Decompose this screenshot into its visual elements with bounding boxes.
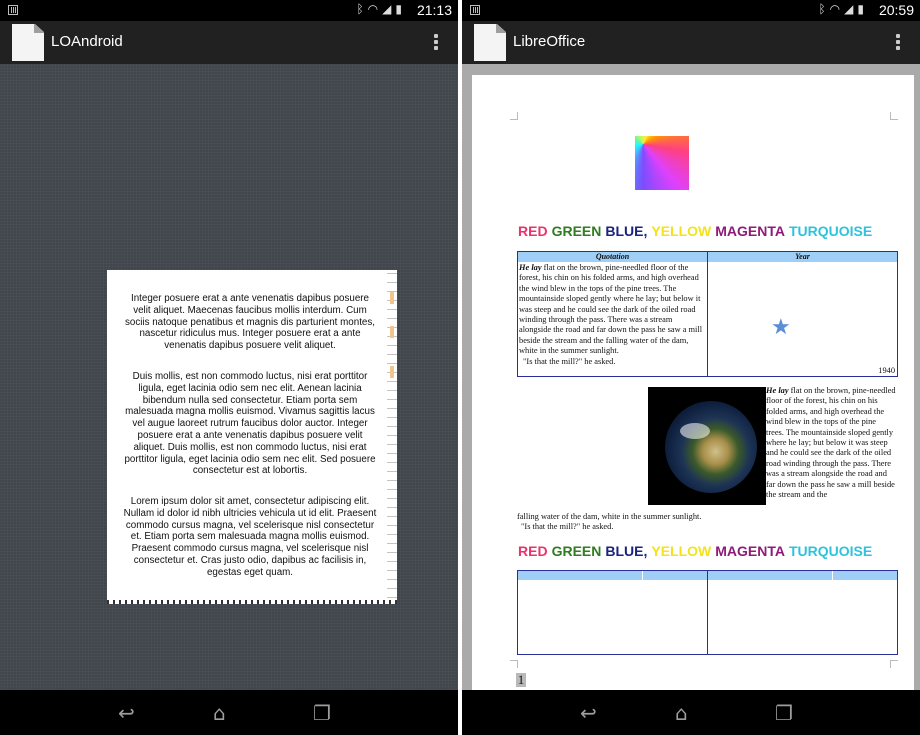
status-time: 21:13: [416, 2, 452, 18]
quotation-cell: He lay flat on the brown, pine-needled f…: [519, 263, 706, 367]
quote-lead: He lay: [519, 263, 542, 272]
document-icon[interactable]: [474, 24, 506, 61]
notification-icon: [8, 5, 18, 15]
gradient-image[interactable]: [635, 136, 689, 190]
status-icons: ᛒ◠◢▮: [356, 2, 406, 16]
left-device-screen: ᛒ◠◢▮ 21:13 LOAndroid Integer posuere era…: [0, 0, 458, 735]
earth-image[interactable]: [648, 387, 766, 505]
wifi-icon: ◠: [367, 2, 383, 16]
paragraph-tail: falling water of the dam, white in the s…: [517, 512, 897, 533]
notification-icon: [470, 5, 480, 15]
document-canvas[interactable]: RED GREEN BLUE, YELLOW MAGENTA TURQUOISE Quot…: [462, 64, 920, 690]
table-header-divider: [832, 571, 833, 580]
table-header-cell: Year: [795, 252, 810, 261]
document-page[interactable]: Integer posuere erat a ante venenatis da…: [107, 270, 397, 604]
margin-corner-mark: [510, 112, 518, 120]
overflow-menu-icon[interactable]: [896, 34, 900, 38]
status-time: 20:59: [878, 2, 914, 18]
color-word: YELLOW: [651, 543, 712, 559]
action-bar: LOAndroid: [0, 21, 458, 64]
cloud-overlay: [680, 423, 710, 439]
quote-end: "Is that the mill?" he asked.: [523, 356, 616, 366]
back-icon[interactable]: ↩: [580, 703, 597, 723]
render-artifact-strip: [387, 270, 397, 604]
tail-quote: "Is that the mill?" he asked.: [521, 522, 614, 532]
quote-body: flat on the brown, pine-needled floor of…: [519, 263, 703, 356]
color-word: MAGENTA: [715, 543, 785, 559]
quotation-table[interactable]: Quotation Year He lay flat on the brown,…: [517, 251, 898, 377]
color-word: YELLOW: [651, 223, 712, 239]
status-bar: ᛒ◠◢▮ 20:59: [462, 0, 920, 21]
color-words-line: RED GREEN BLUE, YELLOW MAGENTA TURQUOISE: [518, 543, 876, 559]
back-icon[interactable]: ↩: [118, 703, 135, 723]
empty-table[interactable]: [517, 570, 898, 655]
navigation-bar: ↩ ⌂ ❐: [0, 690, 458, 735]
document-page[interactable]: RED GREEN BLUE, YELLOW MAGENTA TURQUOISE Quot…: [472, 75, 914, 690]
wrap-body: flat on the brown, pine-needled floor of…: [766, 386, 896, 500]
color-word: GREEN: [551, 223, 602, 239]
year-cell: 1940: [878, 366, 895, 375]
home-icon[interactable]: ⌂: [675, 703, 688, 723]
battery-icon: ▮: [857, 2, 868, 16]
document-canvas[interactable]: Integer posuere erat a ante venenatis da…: [0, 64, 458, 690]
wifi-icon: ◠: [829, 2, 845, 16]
color-words-line: RED GREEN BLUE, YELLOW MAGENTA TURQUOISE: [518, 223, 876, 239]
recent-apps-icon[interactable]: ❐: [313, 703, 331, 723]
color-word: RED: [518, 543, 548, 559]
color-word: RED: [518, 223, 548, 239]
navigation-bar: ↩ ⌂ ❐: [462, 690, 920, 735]
bluetooth-icon: ᛒ: [356, 2, 368, 16]
color-word: TURQUOISE: [788, 223, 873, 239]
recent-apps-icon[interactable]: ❐: [775, 703, 793, 723]
page-paragraph: Duis mollis, est non commodo luctus, nis…: [124, 371, 376, 477]
color-word: BLUE,: [605, 223, 648, 239]
home-icon[interactable]: ⌂: [213, 703, 226, 723]
table-header-divider: [642, 571, 643, 580]
document-icon[interactable]: [12, 24, 44, 61]
color-word: MAGENTA: [715, 223, 785, 239]
battery-icon: ▮: [395, 2, 406, 16]
render-artifact-strip: [107, 600, 397, 604]
status-bar: ᛒ◠◢▮ 21:13: [0, 0, 458, 21]
status-icons: ᛒ◠◢▮: [818, 2, 868, 16]
wrap-lead: He lay: [766, 386, 789, 395]
signal-icon: ◢: [382, 2, 396, 16]
color-word: BLUE,: [605, 543, 648, 559]
right-device-screen: ᛒ◠◢▮ 20:59 LibreOffice RED GREEN BLUE, YELL…: [462, 0, 920, 735]
signal-icon: ◢: [844, 2, 858, 16]
overflow-menu-icon[interactable]: [434, 34, 438, 38]
globe-icon: [665, 401, 757, 493]
margin-corner-mark: [890, 112, 898, 120]
page-number: 1: [516, 672, 526, 687]
margin-corner-mark: [510, 660, 518, 668]
page-paragraph: Lorem ipsum dolor sit amet, consectetur …: [123, 496, 377, 578]
table-header-cell: Quotation: [595, 252, 630, 261]
star-icon: ★: [771, 315, 791, 340]
wrapped-paragraph: He lay flat on the brown, pine-needled f…: [766, 386, 896, 500]
margin-corner-mark: [890, 660, 898, 668]
color-word: GREEN: [551, 543, 602, 559]
bluetooth-icon: ᛒ: [818, 2, 830, 16]
app-title: LOAndroid: [51, 33, 123, 50]
action-bar: LibreOffice: [462, 21, 920, 64]
color-word: TURQUOISE: [788, 543, 873, 559]
app-title: LibreOffice: [513, 33, 586, 50]
page-paragraph: Integer posuere erat a ante venenatis da…: [125, 293, 375, 352]
table-column-divider: [707, 571, 708, 654]
tail-line: falling water of the dam, white in the s…: [517, 512, 702, 521]
table-column-divider: [707, 252, 708, 376]
